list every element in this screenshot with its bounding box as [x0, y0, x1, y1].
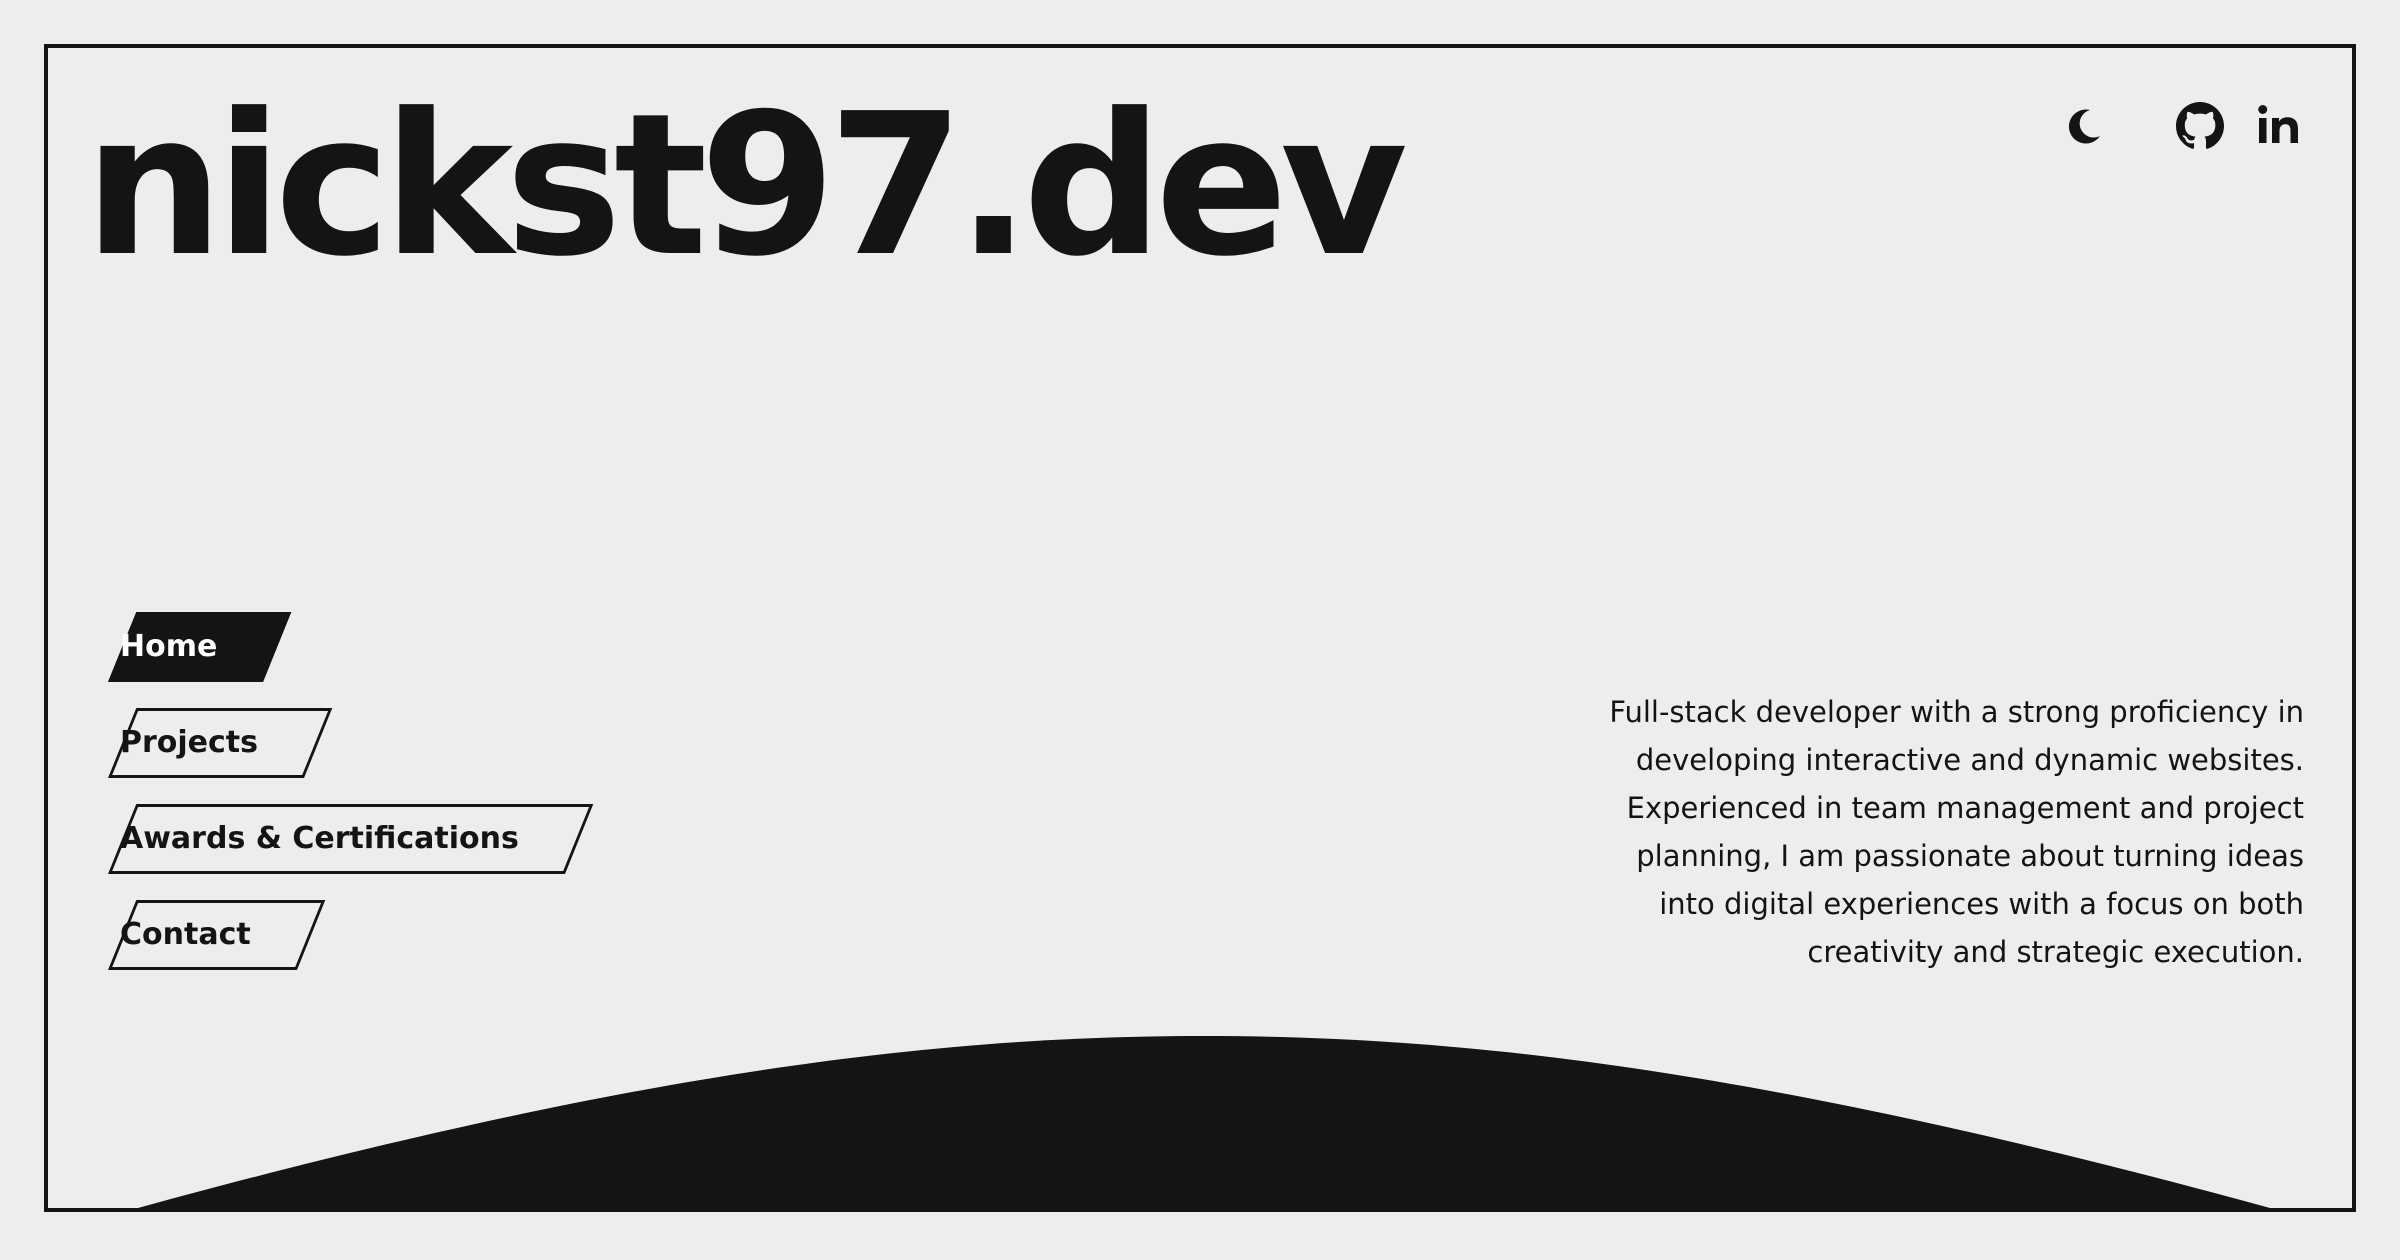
nav-item-label: Home: [120, 629, 218, 664]
nav-item-home[interactable]: Home: [84, 612, 257, 682]
site-title: nickst97.dev: [84, 72, 1408, 300]
nav-item-awards-certifications[interactable]: Awards & Certifications: [84, 804, 559, 874]
github-link[interactable]: [2172, 98, 2228, 154]
page-frame: nickst97.dev Home Projects Awards & Cert…: [44, 44, 2356, 1212]
linkedin-link[interactable]: [2252, 98, 2308, 154]
nav-item-contact[interactable]: Contact: [84, 900, 291, 970]
decorative-hill: [138, 1036, 2270, 1208]
moon-icon: [2068, 109, 2100, 144]
bio-text: Full-stack developer with a strong profi…: [1609, 695, 2304, 969]
github-icon: [2176, 102, 2224, 149]
nav-item-label: Awards & Certifications: [120, 821, 519, 856]
nav-item-label: Projects: [120, 725, 259, 760]
theme-toggle-button[interactable]: [2056, 98, 2112, 154]
nav-item-projects[interactable]: Projects: [84, 708, 298, 778]
main-nav: Home Projects Awards & Certifications Co…: [84, 612, 559, 970]
linkedin-icon: [2258, 105, 2298, 143]
nav-item-label: Contact: [120, 917, 251, 952]
top-icons: [2056, 98, 2308, 154]
